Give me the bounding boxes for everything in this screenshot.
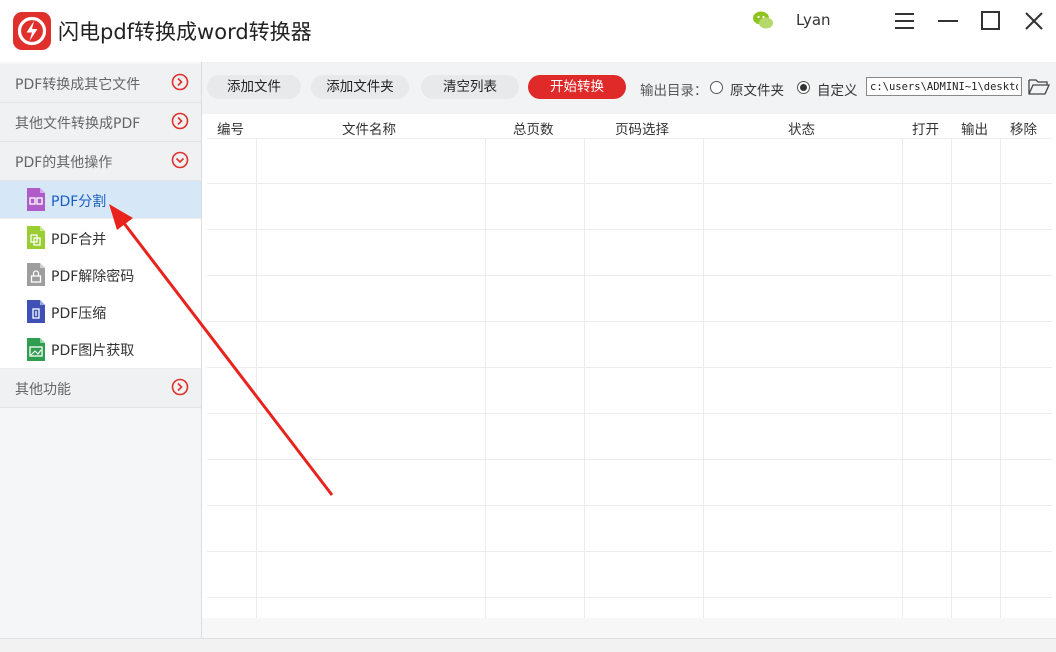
table-row-divider (207, 505, 1052, 506)
table-row-divider (207, 459, 1052, 460)
app-logo (13, 12, 51, 50)
sidebar-item-pdf-split[interactable]: PDF分割 (0, 181, 201, 219)
clear-list-button[interactable]: 清空列表 (421, 75, 519, 99)
table-column-divider (256, 138, 257, 618)
sidebar-section-other-functions[interactable]: 其他功能 (0, 369, 201, 408)
column-header-total-pages: 总页数 (513, 122, 554, 138)
radio-custom-label[interactable]: 自定义 (817, 79, 858, 99)
column-header-number: 编号 (217, 122, 244, 138)
column-header-output: 输出 (961, 122, 988, 138)
table-row-divider (207, 321, 1052, 322)
sidebar-section-other-to-pdf[interactable]: 其他文件转换成PDF (0, 103, 201, 142)
sidebar-item-label: PDF解除密码 (51, 269, 135, 285)
username[interactable]: Lyan (796, 11, 831, 29)
add-file-button[interactable]: 添加文件 (207, 75, 301, 99)
table-row-divider (207, 551, 1052, 552)
sidebar-item-pdf-merge[interactable]: PDF合并 (0, 219, 201, 257)
toolbar: 添加文件 添加文件夹 清空列表 开始转换 输出目录： 原文件夹 自定义 (202, 62, 1056, 114)
wechat-icon[interactable] (752, 9, 774, 31)
column-header-page-selection: 页码选择 (615, 122, 669, 138)
chevron-right-circle-icon (171, 73, 189, 91)
column-header-remove: 移除 (1010, 122, 1037, 138)
sidebar-item-label: PDF分割 (51, 194, 107, 210)
pdf-unlock-icon (27, 263, 45, 286)
sidebar-section-pdf-other-ops[interactable]: PDF的其他操作 (0, 142, 201, 181)
sidebar-item-pdf-image-extract[interactable]: PDF图片获取 (0, 330, 201, 369)
table-row-divider (207, 183, 1052, 184)
table-column-divider (951, 138, 952, 618)
start-convert-button[interactable]: 开始转换 (528, 75, 626, 99)
maximize-icon[interactable] (978, 8, 1004, 34)
table-column-divider (584, 138, 585, 618)
sidebar-section-label: 其他功能 (15, 382, 71, 398)
menu-icon[interactable] (892, 8, 918, 34)
table-column-divider (902, 138, 903, 618)
close-icon[interactable] (1021, 8, 1047, 34)
pdf-split-icon (27, 188, 45, 211)
table-column-divider (1000, 138, 1001, 618)
sidebar-item-pdf-unlock[interactable]: PDF解除密码 (0, 256, 201, 294)
table-row-divider (207, 413, 1052, 414)
pdf-merge-icon (27, 226, 45, 249)
table-row-divider (207, 229, 1052, 230)
table-row-divider (207, 275, 1052, 276)
sidebar-section-label: PDF的其他操作 (15, 155, 113, 171)
table-column-divider (485, 138, 486, 618)
sidebar-section-label: 其他文件转换成PDF (15, 116, 141, 132)
sidebar-item-pdf-compress[interactable]: PDF压缩 (0, 293, 201, 331)
column-header-open: 打开 (912, 122, 939, 138)
table-bottom-area (202, 618, 1056, 638)
table-column-divider (703, 138, 704, 618)
radio-custom[interactable] (797, 81, 810, 94)
chevron-right-circle-icon (171, 112, 189, 130)
output-directory-label: 输出目录： (640, 83, 708, 99)
table-header: 编号 文件名称 总页数 页码选择 状态 打开 输出 移除 (207, 114, 1052, 139)
column-header-status: 状态 (788, 122, 815, 138)
sidebar-item-label: PDF图片获取 (51, 343, 135, 359)
app-title: 闪电pdf转换成word转换器 (58, 20, 312, 44)
radio-original-folder-label[interactable]: 原文件夹 (730, 79, 784, 99)
folder-open-icon[interactable] (1028, 77, 1050, 97)
chevron-down-circle-icon (171, 151, 189, 169)
column-header-filename: 文件名称 (342, 122, 396, 138)
status-bar (0, 638, 1056, 652)
sidebar-item-label: PDF合并 (51, 232, 107, 248)
minimize-icon[interactable] (935, 8, 961, 34)
pdf-image-extract-icon (27, 338, 45, 361)
table-row-divider (207, 597, 1052, 598)
add-folder-button[interactable]: 添加文件夹 (311, 75, 409, 99)
radio-original-folder[interactable] (710, 81, 723, 94)
sidebar-section-pdf-to-other[interactable]: PDF转换成其它文件 (0, 64, 201, 103)
sidebar: PDF转换成其它文件 其他文件转换成PDF PDF的其他操作 PDF分割 PDF… (0, 62, 202, 638)
sidebar-section-label: PDF转换成其它文件 (15, 77, 141, 93)
title-bar: 闪电pdf转换成word转换器 Lyan (0, 0, 1056, 62)
table-row-divider (207, 367, 1052, 368)
sidebar-item-label: PDF压缩 (51, 306, 107, 322)
file-table: 编号 文件名称 总页数 页码选择 状态 打开 输出 移除 (207, 114, 1052, 618)
chevron-right-circle-icon (171, 378, 189, 396)
pdf-compress-icon (27, 300, 45, 323)
output-path-input[interactable] (866, 77, 1022, 96)
